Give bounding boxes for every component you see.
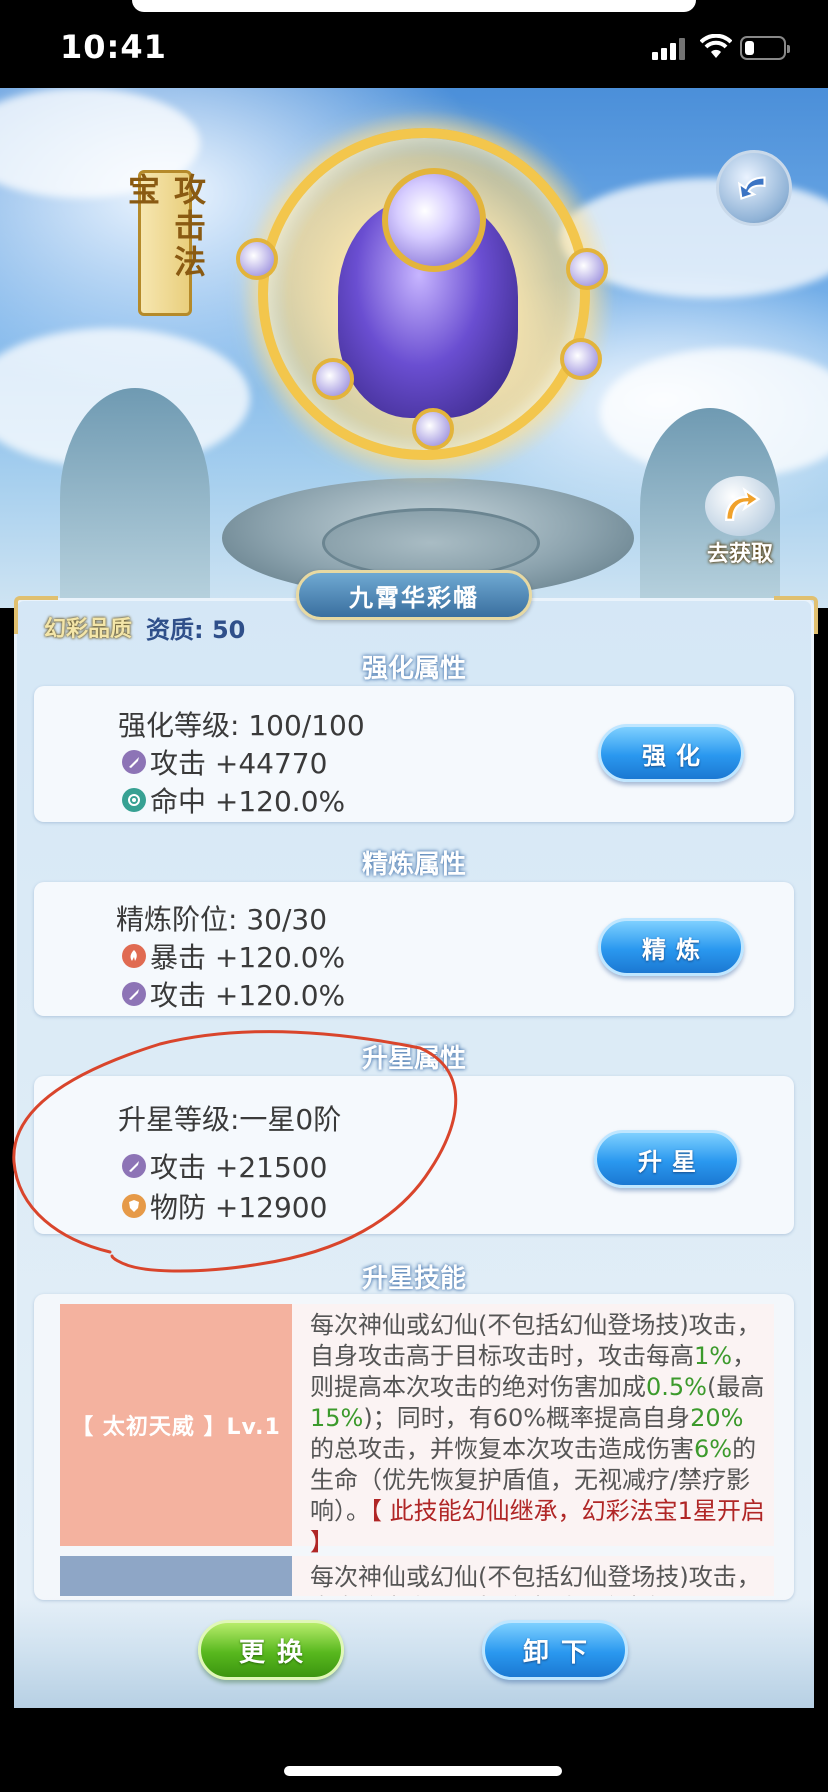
- replace-button[interactable]: 更换: [198, 1620, 344, 1680]
- enhance-button[interactable]: 强化: [598, 724, 744, 782]
- panel-ornament: [774, 596, 818, 634]
- star-card: 升星等级:一星0阶 攻击 +21500 物防 +12900 升星: [34, 1076, 794, 1234]
- stat-text: 物防 +12900: [150, 1191, 328, 1224]
- stat-line: 攻击 +21500: [122, 1146, 327, 1186]
- category-badge-label: 攻击法宝: [123, 173, 207, 281]
- skill-item: 【 太初天威 】Lv.1 每次神仙或幻仙(不包括幻仙登场技)攻击，自身攻击高于目…: [60, 1304, 774, 1556]
- bottom-safe-area: [0, 1708, 828, 1792]
- enhance-level: 强化等级: 100/100: [118, 709, 365, 742]
- quality-row: 幻彩品质 资质: 50: [44, 610, 245, 644]
- attack-icon: [122, 982, 146, 1006]
- skill-name: [60, 1556, 292, 1596]
- treasure-orb-small: [236, 238, 278, 280]
- notch: [132, 0, 696, 12]
- back-arrow-icon: [737, 176, 766, 200]
- stat-text: 攻击 +44770: [150, 747, 328, 780]
- battery-icon: [740, 36, 790, 60]
- stat-text: 命中 +120.0%: [150, 785, 346, 818]
- accuracy-icon: [122, 788, 146, 812]
- unequip-button[interactable]: 卸下: [482, 1620, 628, 1680]
- category-badge: 攻击法宝: [123, 170, 207, 316]
- aptitude-value: 资质: 50: [146, 615, 246, 644]
- enhance-card: 强化等级: 100/100 攻击 +44770 命中 +120.0% 强化: [34, 686, 794, 822]
- section-title-enhance: 强化属性: [361, 654, 466, 684]
- skill-name: 【 太初天威 】Lv.1: [60, 1304, 292, 1546]
- skills-list[interactable]: 【 太初天威 】Lv.1 每次神仙或幻仙(不包括幻仙登场技)攻击，自身攻击高于目…: [60, 1304, 774, 1596]
- stat-line: 暴击 +120.0%: [122, 936, 345, 976]
- refine-button[interactable]: 精炼: [598, 918, 744, 976]
- curved-arrow-icon: [705, 476, 775, 536]
- quality-label: 幻彩品质: [44, 617, 133, 642]
- stat-line: 物防 +12900: [122, 1186, 327, 1226]
- treasure-name: 九霄华彩幡: [349, 583, 479, 612]
- attack-icon: [122, 1154, 146, 1178]
- skill-item: 每次神仙或幻仙(不包括幻仙登场技)攻击，自身攻击高于目标攻击时，攻击每: [60, 1556, 774, 1596]
- stat-line: 攻击 +44770: [122, 742, 327, 782]
- bottom-bar: [14, 1598, 814, 1708]
- attack-icon: [122, 750, 146, 774]
- stat-text: 暴击 +120.0%: [150, 941, 346, 974]
- get-source-button[interactable]: 去获取: [692, 476, 788, 576]
- stat-line: 命中 +120.0%: [122, 780, 345, 820]
- status-time: 10:41: [60, 28, 167, 66]
- stat-line: 攻击 +120.0%: [122, 974, 345, 1014]
- treasure-orb-small: [312, 358, 354, 400]
- refine-card: 精炼阶位: 30/30 暴击 +120.0% 攻击 +120.0% 精炼: [34, 882, 794, 1016]
- treasure-orb-small: [560, 338, 602, 380]
- wifi-icon: [699, 33, 733, 60]
- treasure-orb-small: [566, 248, 608, 290]
- stat-text: 攻击 +21500: [150, 1151, 328, 1184]
- stat-text: 攻击 +120.0%: [150, 979, 346, 1012]
- physical-defense-icon: [122, 1194, 146, 1218]
- star-up-button[interactable]: 升星: [594, 1130, 740, 1188]
- pedestal-emblem: [322, 508, 540, 578]
- section-title-refine: 精炼属性: [361, 850, 466, 880]
- get-source-label: 去获取: [706, 542, 773, 567]
- skill-description: 每次神仙或幻仙(不包括幻仙登场技)攻击，自身攻击高于目标攻击时，攻击每: [310, 1563, 761, 1596]
- refine-level: 精炼阶位: 30/30: [116, 903, 328, 936]
- critical-icon: [122, 944, 146, 968]
- cellular-signal-icon: [652, 38, 688, 60]
- section-title-star: 升星属性: [361, 1044, 466, 1074]
- treasure-name-plate: 九霄华彩幡: [296, 570, 532, 620]
- home-indicator[interactable]: [284, 1766, 562, 1776]
- back-button[interactable]: [716, 150, 792, 226]
- treasure-orb: [382, 168, 486, 272]
- skill-description: 每次神仙或幻仙(不包括幻仙登场技)攻击，自身攻击高于目标攻击时，攻击每高1%，则…: [310, 1311, 765, 1556]
- treasure-orb-small: [412, 408, 454, 450]
- battery-level: [745, 41, 754, 55]
- star-level: 升星等级:一星0阶: [118, 1103, 342, 1136]
- section-title-skills: 升星技能: [361, 1264, 466, 1294]
